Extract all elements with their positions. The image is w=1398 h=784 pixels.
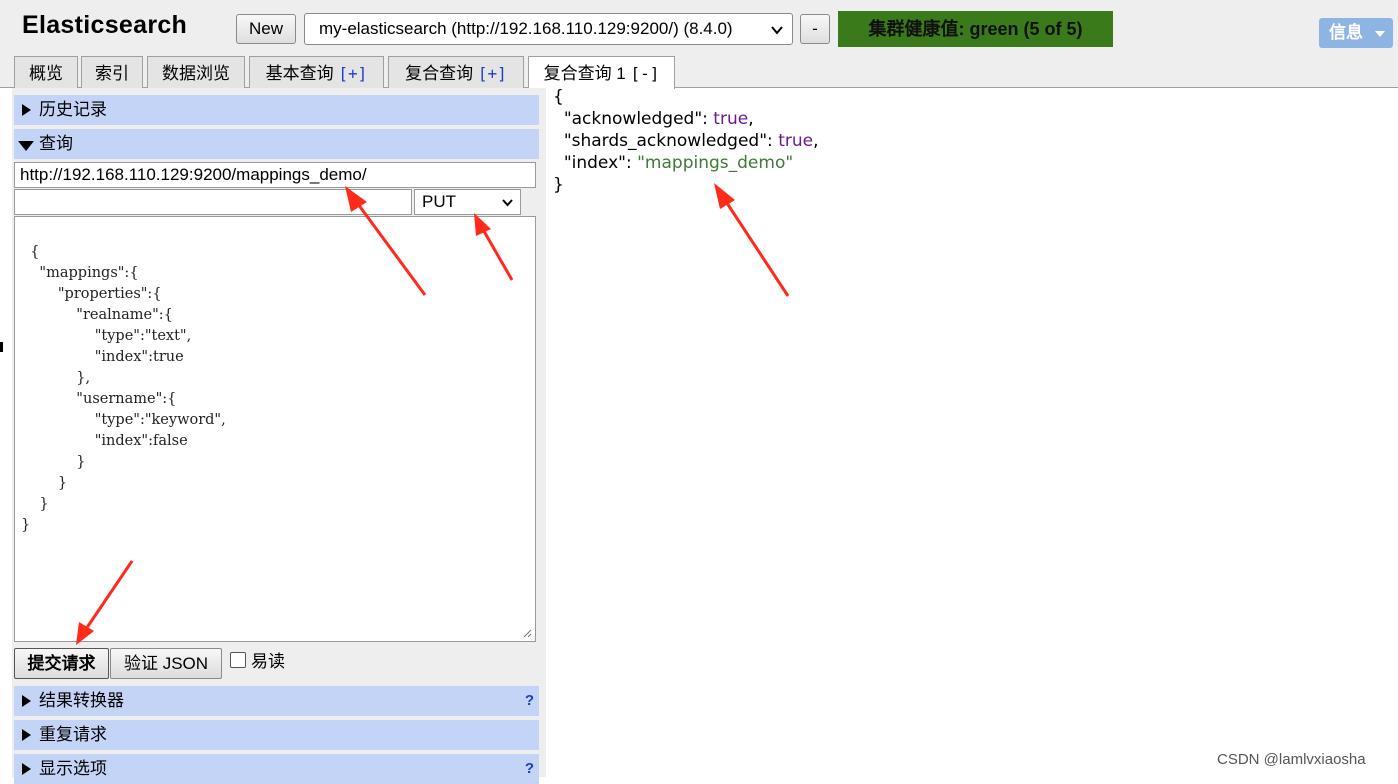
json-key: "shards_acknowledged" [563,131,768,151]
tab-label: 基本查询 [265,64,334,83]
pretty-print-checkbox[interactable] [230,652,246,668]
http-method-value: PUT [422,192,456,211]
json-key: "acknowledged" [563,109,703,129]
resize-grip-icon[interactable] [522,628,532,638]
section-transformer-label: 结果转换器 [39,691,124,710]
tab-compound-query-1[interactable]: 复合查询 1 [-] [528,56,675,89]
info-menu-label: 信息 [1329,23,1363,42]
chevron-down-icon [771,26,783,35]
watermark: CSDN @lamlvxiaosha [1217,751,1366,768]
help-icon[interactable]: ? [525,686,534,716]
new-connection-button[interactable]: New [236,14,296,44]
expand-arrow-icon [22,695,31,707]
tab-compound-query[interactable]: 复合查询 [+] [388,56,524,88]
cluster-select-value: my-elasticsearch (http://192.168.110.129… [319,19,733,38]
expand-arrow-icon [22,729,31,741]
annotation-arrow-result [714,183,790,297]
request-path-input[interactable] [14,189,412,215]
section-history[interactable]: 历史记录 [14,95,539,125]
top-header: Elasticsearch New my-elasticsearch (http… [0,0,1398,56]
section-display-label: 显示选项 [39,759,107,778]
tab-basic-query[interactable]: 基本查询 [+] [249,56,384,88]
tab-overview[interactable]: 概览 [14,56,78,88]
tab-close-icon[interactable]: [-] [631,64,660,83]
section-display-options[interactable]: 显示选项 ? [14,754,539,784]
json-value: true [713,109,749,129]
help-icon[interactable]: ? [525,754,534,784]
json-key: "index" [563,153,626,173]
tab-add-icon[interactable]: [+] [478,64,507,83]
json-close-brace: } [553,175,564,195]
tab-add-icon[interactable]: [+] [338,64,367,83]
section-query-label: 查询 [39,134,73,153]
remove-connection-button[interactable]: - [800,14,830,44]
tab-label: 复合查询 1 [543,64,626,83]
request-body-text: { "mappings":{ "properties":{ "realname"… [21,244,226,533]
dropdown-triangle-icon [1375,31,1385,37]
section-repeat-request[interactable]: 重复请求 [14,720,539,750]
resize-marker [0,342,3,352]
section-history-label: 历史记录 [39,100,107,119]
tab-label: 复合查询 [405,64,474,83]
tab-browser[interactable]: 数据浏览 [147,56,245,88]
response-output: { "acknowledged": true, "shards_acknowle… [553,87,819,195]
chevron-down-icon [502,199,513,207]
validate-json-button[interactable]: 验证 JSON [110,648,222,679]
info-menu-button[interactable]: 信息 [1319,18,1393,48]
tab-label: 数据浏览 [162,64,230,83]
section-repeat-label: 重复请求 [39,725,107,744]
request-body-editor[interactable]: { "mappings":{ "properties":{ "realname"… [14,216,536,642]
section-result-transformer[interactable]: 结果转换器 ? [14,686,539,716]
request-url-input[interactable]: http://192.168.110.129:9200/mappings_dem… [14,162,536,188]
http-method-select[interactable]: PUT [414,189,521,215]
cluster-select[interactable]: my-elasticsearch (http://192.168.110.129… [304,13,793,45]
tab-label: 索引 [95,64,129,83]
json-value: true [778,131,814,151]
expand-arrow-icon [22,104,31,116]
json-value: "mappings_demo" [637,153,794,173]
tab-label: 概览 [29,64,63,83]
tab-indices[interactable]: 索引 [81,56,143,88]
cluster-health-badge: 集群健康值: green (5 of 5) [838,11,1113,47]
json-open-brace: { [553,87,564,107]
section-query[interactable]: 查询 [14,129,539,159]
app-title: Elasticsearch [22,11,188,39]
expand-arrow-icon [22,763,31,775]
pretty-print-label: 易读 [251,652,285,671]
collapse-arrow-icon [18,141,34,151]
tab-bar: 概览 索引 数据浏览 基本查询 [+] 复合查询 [+] 复合查询 1 [-] [0,56,1398,89]
submit-request-button[interactable]: 提交请求 [14,648,109,679]
